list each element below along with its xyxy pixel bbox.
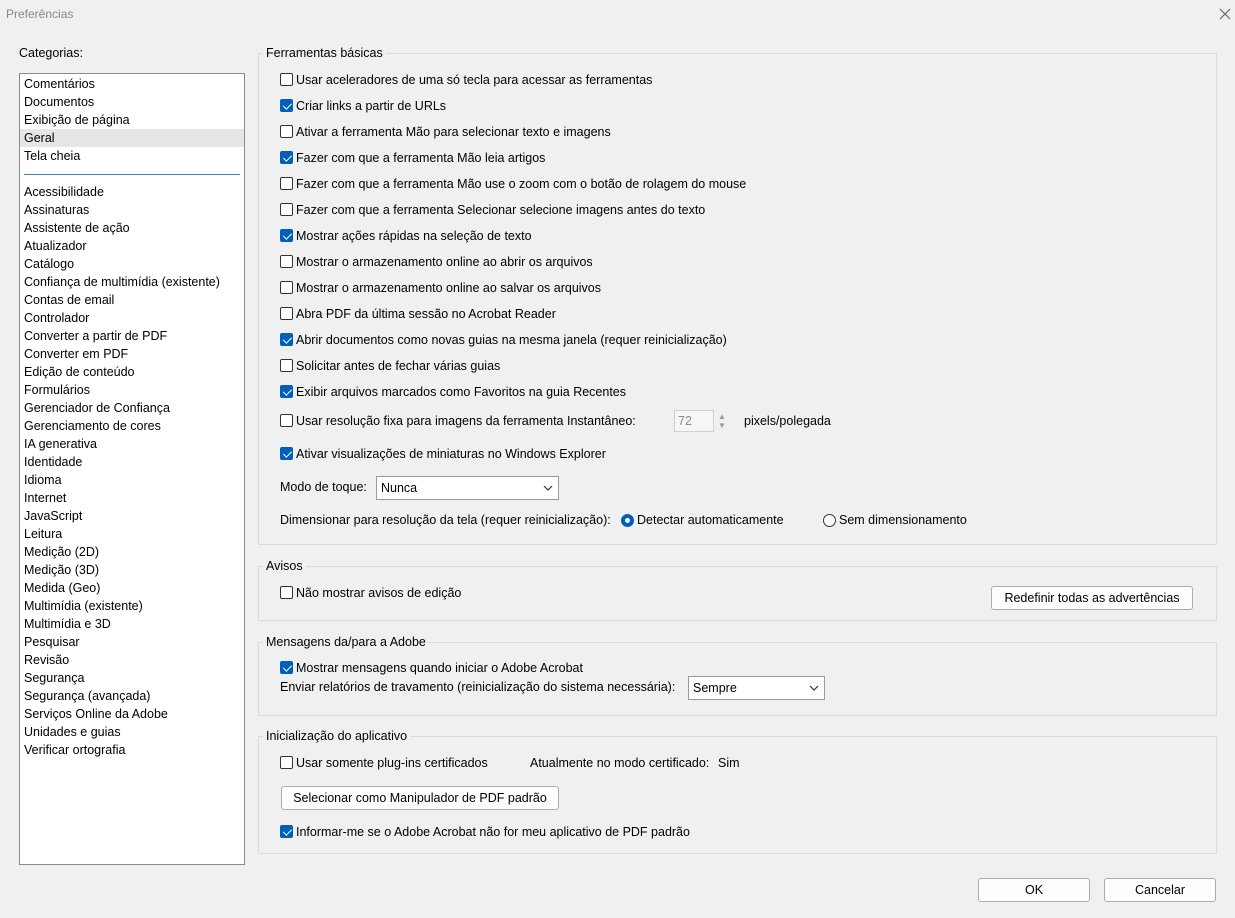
basic-tools-title: Ferramentas básicas — [263, 46, 386, 60]
checkbox[interactable] — [280, 414, 293, 427]
scaling-auto-label: Detectar automaticamente — [637, 513, 784, 527]
checkbox[interactable] — [280, 73, 293, 86]
chevron-down-icon — [809, 685, 819, 691]
crash-reports-label: Enviar relatórios de travamento (reinici… — [280, 680, 676, 694]
category-item[interactable]: Unidades e guias — [20, 723, 244, 741]
category-item[interactable]: Pesquisar — [20, 633, 244, 651]
spin-arrows-icon[interactable]: ▲ ▼ — [717, 412, 727, 430]
crash-reports-value: Sempre — [693, 681, 737, 695]
category-item[interactable]: Atualizador — [20, 237, 244, 255]
category-item[interactable]: Controlador — [20, 309, 244, 327]
category-item[interactable]: Verificar ortografia — [20, 741, 244, 759]
snapshot-resolution-field[interactable]: 72 — [674, 410, 714, 432]
checkbox[interactable] — [280, 203, 293, 216]
cancel-button[interactable]: Cancelar — [1104, 878, 1216, 902]
category-item[interactable]: Multimídia (existente) — [20, 597, 244, 615]
category-item[interactable]: Formulários — [20, 381, 244, 399]
category-item[interactable]: Assinaturas — [20, 201, 244, 219]
checkbox[interactable] — [280, 825, 293, 838]
category-item[interactable]: Confiança de multimídia (existente) — [20, 273, 244, 291]
category-item[interactable]: IA generativa — [20, 435, 244, 453]
scaling-none-radio[interactable] — [823, 514, 836, 527]
category-item[interactable]: Medição (2D) — [20, 543, 244, 561]
checkbox[interactable] — [280, 281, 293, 294]
reset-warnings-button[interactable]: Redefinir todas as advertências — [991, 586, 1193, 610]
checkbox[interactable] — [280, 125, 293, 138]
category-item-comentarios[interactable]: Comentários — [20, 75, 244, 93]
messages-title: Mensagens da/para a Adobe — [263, 635, 429, 649]
category-item[interactable]: Multimídia e 3D — [20, 615, 244, 633]
category-item[interactable]: Medição (3D) — [20, 561, 244, 579]
warnings-title: Avisos — [263, 559, 306, 573]
checkbox[interactable] — [280, 177, 293, 190]
checkbox[interactable] — [280, 333, 293, 346]
certified-mode-label: Atualmente no modo certificado: — [530, 756, 710, 770]
checkbox[interactable] — [280, 255, 293, 268]
category-item-exibicao-de-pagina[interactable]: Exibição de página — [20, 111, 244, 129]
category-item[interactable]: Catálogo — [20, 255, 244, 273]
ok-button[interactable]: OK — [978, 878, 1090, 902]
category-item[interactable]: Segurança (avançada) — [20, 687, 244, 705]
category-item[interactable]: Gerenciamento de cores — [20, 417, 244, 435]
category-item[interactable]: Revisão — [20, 651, 244, 669]
category-item[interactable]: Medida (Geo) — [20, 579, 244, 597]
category-item[interactable]: Contas de email — [20, 291, 244, 309]
checkbox[interactable] — [280, 661, 293, 674]
certified-mode-value: Sim — [718, 756, 740, 770]
category-item[interactable]: Serviços Online da Adobe — [20, 705, 244, 723]
scaling-none-label: Sem dimensionamento — [839, 513, 967, 527]
snapshot-unit-label: pixels/polegada — [744, 414, 831, 428]
scaling-auto-radio[interactable] — [621, 514, 634, 527]
checkbox[interactable] — [280, 756, 293, 769]
category-item[interactable]: Acessibilidade — [20, 183, 244, 201]
category-item[interactable]: Edição de conteúdo — [20, 363, 244, 381]
set-default-pdf-handler-button[interactable]: Selecionar como Manipulador de PDF padrã… — [281, 786, 559, 810]
categories-list[interactable]: Comentários Documentos Exibição de págin… — [19, 73, 245, 865]
touch-mode-select[interactable]: Nunca — [376, 476, 559, 500]
category-item-documentos[interactable]: Documentos — [20, 93, 244, 111]
chevron-down-icon — [543, 485, 553, 491]
touch-mode-label: Modo de toque: — [280, 480, 367, 494]
category-item[interactable]: Identidade — [20, 453, 244, 471]
checkbox[interactable] — [280, 447, 293, 460]
checkbox[interactable] — [280, 586, 293, 599]
scaling-label: Dimensionar para resolução da tela (requ… — [280, 513, 611, 527]
category-item[interactable]: Assistente de ação — [20, 219, 244, 237]
checkbox[interactable] — [280, 229, 293, 242]
categories-label: Categorias: — [19, 46, 83, 60]
checkbox[interactable] — [280, 385, 293, 398]
window-title: Preferências — [6, 7, 74, 21]
category-item[interactable]: Converter a partir de PDF — [20, 327, 244, 345]
category-item[interactable]: Segurança — [20, 669, 244, 687]
checkbox[interactable] — [280, 151, 293, 164]
touch-mode-value: Nunca — [381, 481, 418, 495]
category-separator — [24, 174, 240, 175]
category-item[interactable]: Internet — [20, 489, 244, 507]
startup-title: Inicialização do aplicativo — [263, 729, 411, 743]
category-item[interactable]: Gerenciador de Confiança — [20, 399, 244, 417]
category-item-geral[interactable]: Geral — [20, 129, 244, 147]
checkbox[interactable] — [280, 359, 293, 372]
close-icon[interactable] — [1216, 5, 1234, 23]
category-item[interactable]: Leitura — [20, 525, 244, 543]
checkbox[interactable] — [280, 307, 293, 320]
crash-reports-select[interactable]: Sempre — [688, 676, 825, 700]
category-item[interactable]: Idioma — [20, 471, 244, 489]
category-item-tela-cheia[interactable]: Tela cheia — [20, 147, 244, 165]
category-item[interactable]: JavaScript — [20, 507, 244, 525]
category-item[interactable]: Converter em PDF — [20, 345, 244, 363]
checkbox[interactable] — [280, 99, 293, 112]
